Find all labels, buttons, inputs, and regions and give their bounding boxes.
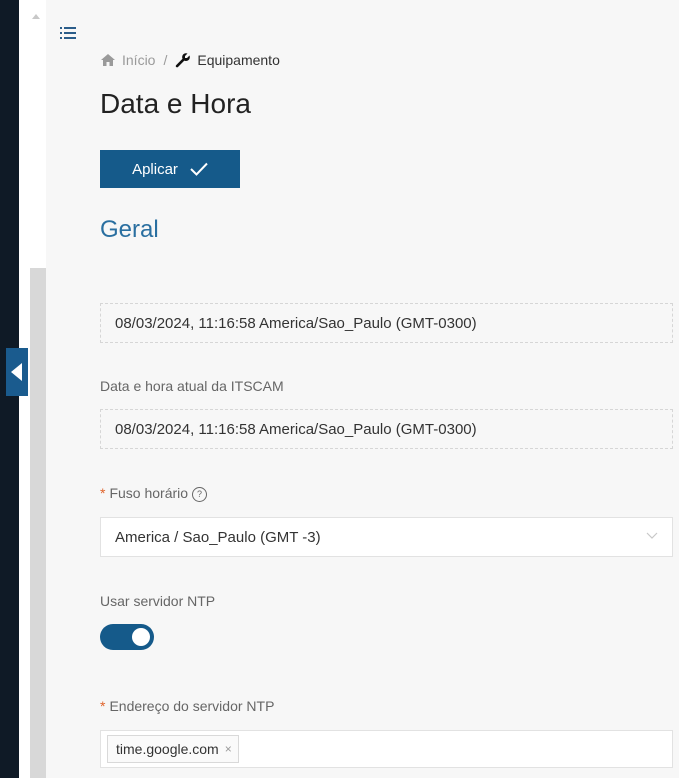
page-title: Data e Hora — [100, 88, 251, 119]
menu-icon[interactable] — [60, 26, 76, 40]
ntp-toggle-label: Usar servidor NTP — [100, 593, 216, 609]
breadcrumb: Início / Equipamento — [100, 52, 280, 68]
ntp-server-tag-label: time.google.com — [116, 741, 219, 757]
ntp-server-tag: time.google.com × — [107, 735, 239, 763]
collapse-arrow-icon — [10, 363, 22, 381]
timezone-select-value: America / Sao_Paulo (GMT -3) — [115, 528, 321, 546]
sidebar-collapse-button[interactable] — [6, 348, 28, 396]
home-icon — [101, 54, 115, 66]
breadcrumb-home-link[interactable]: Início — [122, 52, 155, 68]
timezone-select[interactable]: America / Sao_Paulo (GMT -3) — [100, 517, 673, 557]
wrench-icon — [176, 53, 191, 68]
browser-datetime-display: 08/03/2024, 11:16:58 America/Sao_Paulo (… — [100, 303, 673, 343]
ntp-address-label: * Endereço do servidor NTP — [100, 698, 274, 714]
apply-button[interactable]: Aplicar — [100, 150, 240, 188]
ntp-address-input[interactable]: time.google.com × — [100, 730, 673, 768]
close-icon[interactable]: × — [225, 742, 232, 756]
chevron-down-icon — [646, 532, 658, 539]
help-icon[interactable]: ? — [192, 486, 208, 502]
breadcrumb-current: Equipamento — [197, 52, 280, 68]
section-title: Geral — [100, 216, 159, 243]
ntp-address-label-text: Endereço do servidor NTP — [109, 698, 275, 714]
required-mark: * — [100, 698, 106, 714]
timezone-label: * Fuso horário? — [100, 485, 208, 502]
breadcrumb-separator: / — [163, 52, 168, 68]
required-mark: * — [100, 485, 106, 501]
device-datetime-label: Data e hora atual da ITSCAM — [100, 378, 284, 394]
apply-button-label: Aplicar — [132, 160, 178, 178]
scroll-up-icon[interactable] — [32, 14, 40, 19]
device-datetime-display: 08/03/2024, 11:16:58 America/Sao_Paulo (… — [100, 409, 673, 449]
ntp-toggle[interactable] — [100, 624, 154, 650]
scrollbar-track[interactable] — [30, 268, 46, 778]
check-icon — [190, 162, 208, 176]
timezone-label-text: Fuso horário — [109, 485, 189, 501]
toggle-knob — [132, 628, 150, 646]
